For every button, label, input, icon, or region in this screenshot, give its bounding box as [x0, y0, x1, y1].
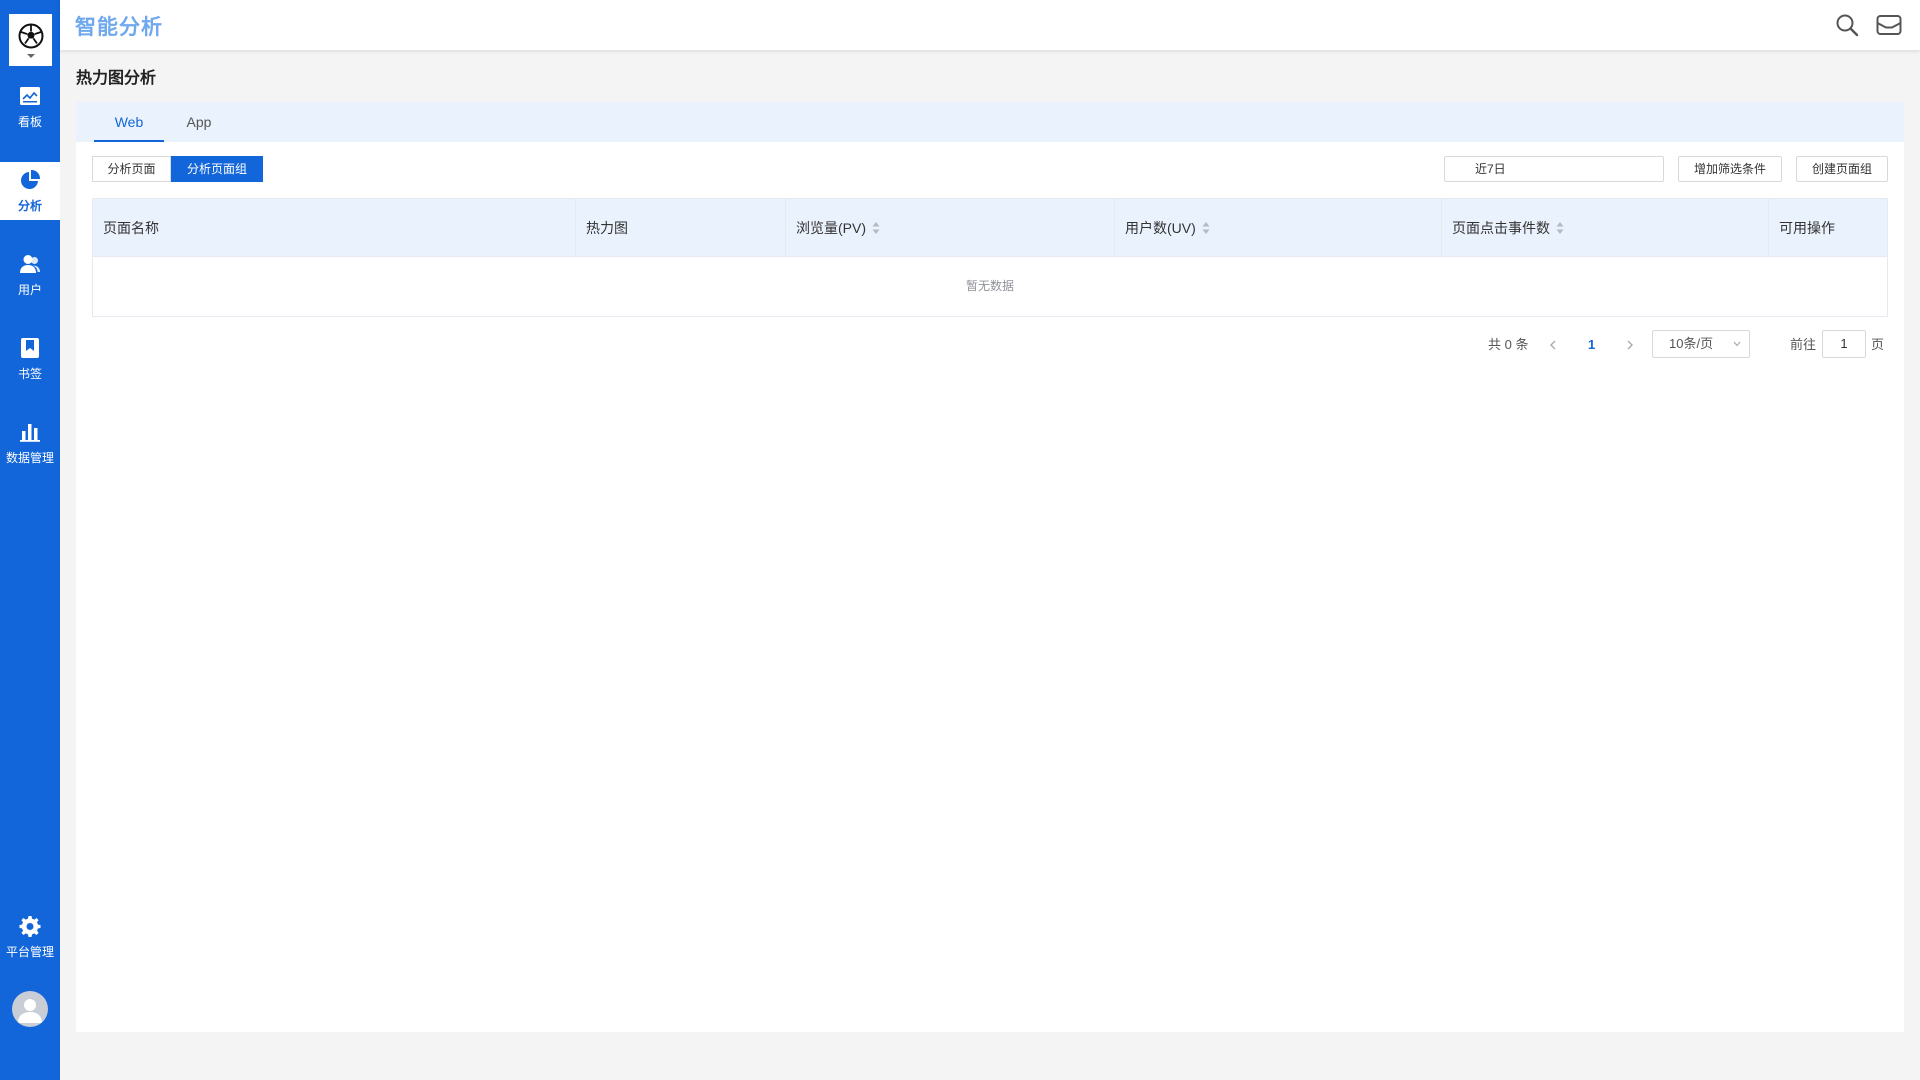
sidebar-item-analysis[interactable]: 分析 — [0, 162, 60, 220]
segment-analysis-page[interactable]: 分析页面 — [92, 156, 171, 182]
chevron-down-icon — [1733, 341, 1741, 347]
bookmark-icon — [21, 337, 39, 358]
add-filter-button[interactable]: 增加筛选条件 — [1678, 156, 1782, 182]
pagination-total: 共 0 条 — [1488, 337, 1529, 352]
sidebar-item-dashboard[interactable]: 看板 — [0, 78, 60, 136]
sort-icon[interactable] — [872, 221, 880, 235]
chevron-right-icon — [1627, 340, 1633, 350]
goto-page-input[interactable]: 1 — [1822, 330, 1866, 358]
column-header-click-events[interactable]: 页面点击事件数 — [1442, 199, 1769, 257]
top-header: 智能分析 — [60, 0, 1920, 50]
sidebar: 看板 分析 用户 书签 数据管理 平台管理 — [0, 0, 60, 1080]
soccer-ball-icon — [18, 23, 43, 49]
page-number-1[interactable]: 1 — [1588, 332, 1595, 358]
page-group-table: 页面名称 热力图 浏览量(PV) 用户数(UV) 页面点击事件数 可用操作 暂无… — [92, 198, 1888, 317]
sidebar-item-label: 用户 — [17, 282, 42, 297]
tab-bar: Web App — [76, 102, 1904, 142]
gear-icon — [19, 915, 41, 937]
tab-app[interactable]: App — [164, 102, 234, 142]
column-header-actions: 可用操作 — [1779, 220, 1835, 236]
search-icon[interactable] — [1834, 12, 1860, 38]
project-switcher[interactable] — [9, 14, 52, 66]
pie-chart-icon — [21, 169, 41, 189]
goto-suffix: 页 — [1871, 337, 1885, 352]
sidebar-item-label: 看板 — [17, 114, 42, 129]
app-title: 智能分析 — [75, 16, 163, 39]
prev-page-button[interactable] — [1548, 332, 1558, 358]
user-icon — [18, 999, 42, 1023]
segment-analysis-page-group[interactable]: 分析页面组 — [171, 156, 263, 182]
table-header: 页面名称 热力图 浏览量(PV) 用户数(UV) 页面点击事件数 可用操作 — [93, 199, 1887, 257]
column-header-pv[interactable]: 浏览量(PV) — [786, 199, 1115, 257]
sidebar-item-data-management[interactable]: 数据管理 — [0, 414, 60, 472]
dashboard-icon — [20, 86, 40, 105]
bar-chart-icon — [20, 423, 40, 442]
mail-icon[interactable] — [1876, 12, 1902, 38]
column-header-page-name: 页面名称 — [93, 199, 576, 257]
create-page-group-button[interactable]: 创建页面组 — [1796, 156, 1888, 182]
empty-state-text: 暂无数据 — [965, 279, 1014, 293]
page-size-select[interactable]: 10条/页 — [1652, 330, 1750, 358]
sidebar-item-users[interactable]: 用户 — [0, 246, 60, 304]
goto-prefix: 前往 — [1790, 337, 1817, 352]
column-header-heatmap: 热力图 — [576, 199, 786, 257]
column-header-uv[interactable]: 用户数(UV) — [1115, 199, 1442, 257]
sidebar-item-bookmarks[interactable]: 书签 — [0, 330, 60, 388]
user-avatar[interactable] — [12, 991, 48, 1027]
chevron-left-icon — [1550, 340, 1556, 350]
sidebar-item-label: 分析 — [17, 198, 42, 213]
chevron-down-icon — [26, 54, 35, 58]
next-page-button[interactable] — [1625, 332, 1635, 358]
sidebar-item-label: 书签 — [17, 366, 42, 381]
sidebar-item-label: 平台管理 — [5, 944, 54, 959]
sort-icon[interactable] — [1202, 221, 1210, 235]
page-title: 热力图分析 — [76, 70, 157, 87]
tab-web[interactable]: Web — [94, 102, 164, 142]
sidebar-item-label: 数据管理 — [5, 450, 54, 465]
sidebar-item-platform-management[interactable]: 平台管理 — [0, 908, 60, 966]
sort-icon[interactable] — [1556, 221, 1564, 235]
date-range-picker[interactable]: 近7日 — [1444, 156, 1664, 182]
users-icon — [20, 254, 40, 273]
